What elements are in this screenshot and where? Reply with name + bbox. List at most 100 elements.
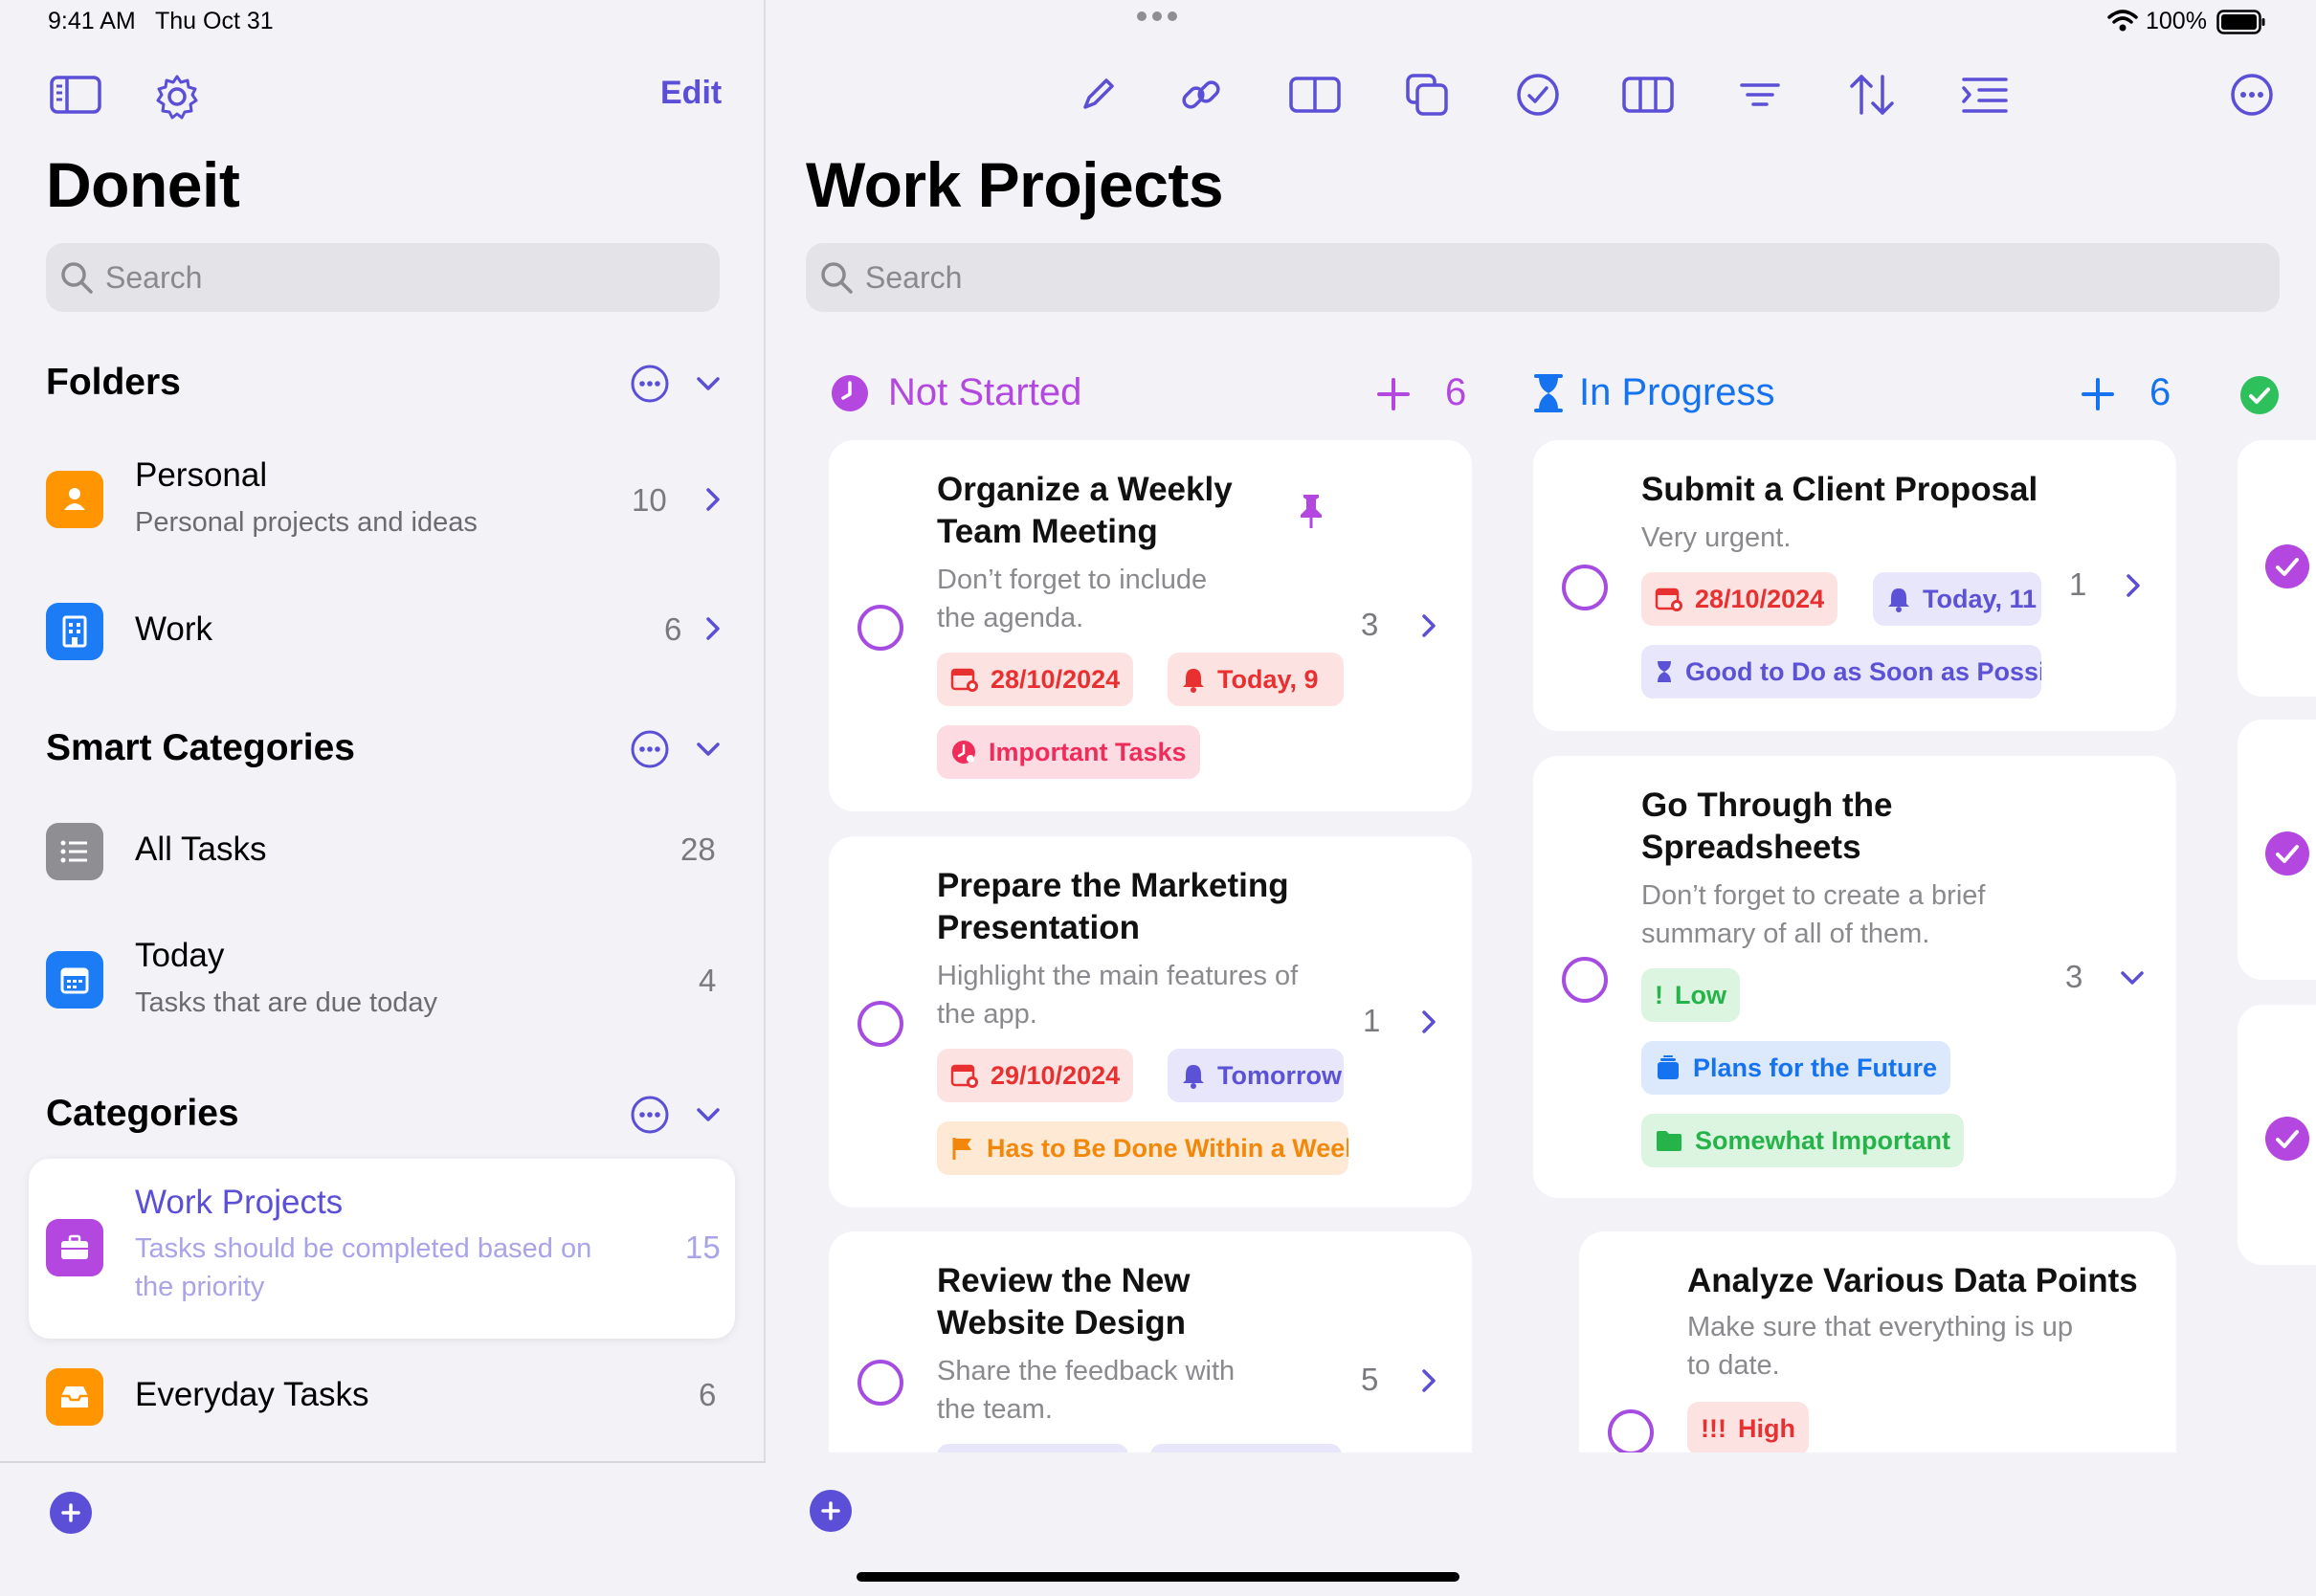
split-view-icon[interactable] bbox=[1288, 73, 1342, 117]
task-card-partial[interactable] bbox=[2238, 440, 2316, 697]
folder-title: Work bbox=[135, 610, 213, 648]
category-tag: Has to Be Done Within a Week bbox=[937, 1121, 1348, 1175]
folder-row-work[interactable]: Work 6 bbox=[29, 593, 737, 670]
smart-tools bbox=[630, 729, 722, 769]
chevron-right-icon[interactable] bbox=[1420, 612, 1437, 639]
task-card[interactable]: Organize a Weekly Team Meeting Don’t for… bbox=[829, 440, 1472, 811]
chevron-right-icon[interactable] bbox=[2125, 572, 2142, 599]
edit-button[interactable]: Edit bbox=[660, 75, 722, 112]
task-checkbox[interactable] bbox=[857, 1001, 903, 1047]
category-text: Good to Do as Soon as Possible bbox=[1685, 656, 2041, 686]
flag-icon bbox=[952, 1138, 971, 1160]
sidebar-search-input[interactable]: Search bbox=[46, 243, 720, 312]
search-icon bbox=[821, 262, 853, 294]
task-checkbox[interactable] bbox=[1562, 565, 1608, 610]
folders-collapse-chevron-icon[interactable] bbox=[695, 374, 722, 393]
category-row-everyday-tasks[interactable]: Everyday Tasks 6 bbox=[29, 1359, 737, 1435]
settings-gear-icon[interactable] bbox=[151, 71, 203, 122]
due-date-tag: 28/10/2024 bbox=[1641, 572, 1838, 626]
list-icon bbox=[46, 823, 103, 880]
task-card[interactable]: Go Through the Spreadsheets Don’t forget… bbox=[1533, 756, 2176, 1198]
pencil-icon[interactable] bbox=[1076, 73, 1120, 117]
add-category-button[interactable] bbox=[50, 1492, 92, 1534]
categories-more-icon[interactable] bbox=[630, 1095, 670, 1135]
chevron-right-icon[interactable] bbox=[1420, 1367, 1437, 1394]
folder-count: 6 bbox=[664, 611, 682, 647]
smart-row-all-tasks[interactable]: All Tasks 28 bbox=[29, 813, 737, 890]
chevron-down-icon[interactable] bbox=[2119, 968, 2146, 987]
smart-collapse-chevron-icon[interactable] bbox=[695, 740, 722, 759]
person-icon bbox=[46, 471, 103, 528]
bell-icon bbox=[1183, 669, 1204, 693]
list-settings-icon[interactable] bbox=[1958, 71, 2012, 119]
calendar-badge-icon bbox=[950, 1064, 978, 1088]
task-title-line1: Prepare the Marketing bbox=[937, 867, 1289, 904]
bell-icon bbox=[1183, 1065, 1204, 1089]
smart-more-icon[interactable] bbox=[630, 729, 670, 769]
checked-circle-icon[interactable] bbox=[2264, 831, 2310, 876]
checked-circle-icon[interactable] bbox=[2264, 1116, 2310, 1162]
add-task-in-progress-icon[interactable] bbox=[2081, 377, 2115, 411]
search-placeholder: Search bbox=[865, 259, 963, 295]
add-task-button[interactable] bbox=[810, 1490, 852, 1532]
category-subtitle-line1: Tasks should be completed based on bbox=[135, 1233, 592, 1264]
columns-view-icon[interactable] bbox=[1621, 73, 1675, 117]
task-checkbox[interactable] bbox=[1562, 957, 1608, 1003]
categories-collapse-chevron-icon[interactable] bbox=[695, 1105, 722, 1124]
task-note: Very urgent. bbox=[1641, 522, 1792, 553]
task-title-line2: Website Design bbox=[937, 1304, 1186, 1341]
folder-icon bbox=[1657, 1131, 1681, 1151]
task-title: Submit a Client Proposal bbox=[1641, 471, 2038, 508]
home-indicator[interactable] bbox=[857, 1572, 1459, 1582]
folders-heading: Folders bbox=[46, 362, 181, 403]
folder-row-personal[interactable]: Personal Personal projects and ideas 10 bbox=[29, 450, 737, 545]
duplicate-icon[interactable] bbox=[1403, 71, 1451, 119]
category-text: Somewhat Important bbox=[1695, 1125, 1951, 1155]
sidebar-footer bbox=[0, 1461, 766, 1596]
task-card-partial[interactable] bbox=[2238, 720, 2316, 980]
task-card-partial[interactable] bbox=[2238, 1005, 2316, 1265]
smart-row-today[interactable]: Today Tasks that are due today 4 bbox=[29, 930, 737, 1026]
triple-exclamation-icon: !!! bbox=[1701, 1413, 1726, 1443]
task-note-line2: the app. bbox=[937, 999, 1037, 1030]
more-options-icon[interactable] bbox=[2228, 71, 2276, 119]
task-title-line1: Review the New bbox=[937, 1262, 1191, 1299]
column-header-not-started: Not Started bbox=[831, 371, 1081, 414]
multitasking-dots-icon[interactable] bbox=[1135, 10, 1179, 28]
sidebar-toggle-icon[interactable] bbox=[48, 75, 103, 115]
sort-arrows-icon[interactable] bbox=[1845, 69, 1899, 121]
filter-icon[interactable] bbox=[1736, 75, 1784, 115]
category-text: Important Tasks bbox=[989, 737, 1187, 766]
category-row-work-projects[interactable]: Work Projects Tasks should be completed … bbox=[29, 1159, 735, 1339]
search-icon bbox=[61, 262, 93, 294]
plus-icon bbox=[821, 1501, 840, 1520]
folders-more-icon[interactable] bbox=[630, 364, 670, 404]
checkmark-circle-icon[interactable] bbox=[1514, 71, 1562, 119]
calendar-icon bbox=[46, 951, 103, 1009]
due-date-text: 29/10/2024 bbox=[991, 1060, 1121, 1090]
wifi-icon bbox=[2107, 10, 2138, 37]
task-checkbox[interactable] bbox=[857, 605, 903, 651]
task-checkbox[interactable] bbox=[857, 1360, 903, 1406]
task-checkbox[interactable] bbox=[1608, 1409, 1654, 1455]
stack-icon bbox=[1658, 1055, 1679, 1079]
column-name: Not Started bbox=[888, 371, 1082, 413]
checked-circle-icon[interactable] bbox=[2264, 543, 2310, 589]
due-date-tag: 29/10/2024 bbox=[937, 1049, 1134, 1102]
add-task-not-started-icon[interactable] bbox=[1376, 377, 1411, 411]
task-note-line2: the team. bbox=[937, 1394, 1053, 1425]
task-note-line2: the agenda. bbox=[937, 603, 1084, 633]
task-note-line2: summary of all of them. bbox=[1641, 919, 1930, 949]
calendar-badge-icon bbox=[1655, 587, 1682, 611]
category-title: Everyday Tasks bbox=[135, 1376, 369, 1413]
task-card[interactable]: Submit a Client Proposal Very urgent. 1 … bbox=[1533, 440, 2176, 731]
task-card[interactable]: Prepare the Marketing Presentation Highl… bbox=[829, 836, 1472, 1208]
battery-percent: 100% bbox=[2146, 8, 2207, 34]
main-search-input[interactable]: Search bbox=[806, 243, 2280, 312]
subtask-count: 3 bbox=[2065, 959, 2083, 994]
bell-icon bbox=[1888, 588, 1909, 612]
categories-tools bbox=[630, 1095, 722, 1135]
chevron-right-icon[interactable] bbox=[1420, 1009, 1437, 1035]
priority-text: Low bbox=[1675, 980, 1726, 1009]
link-icon[interactable] bbox=[1177, 71, 1225, 119]
